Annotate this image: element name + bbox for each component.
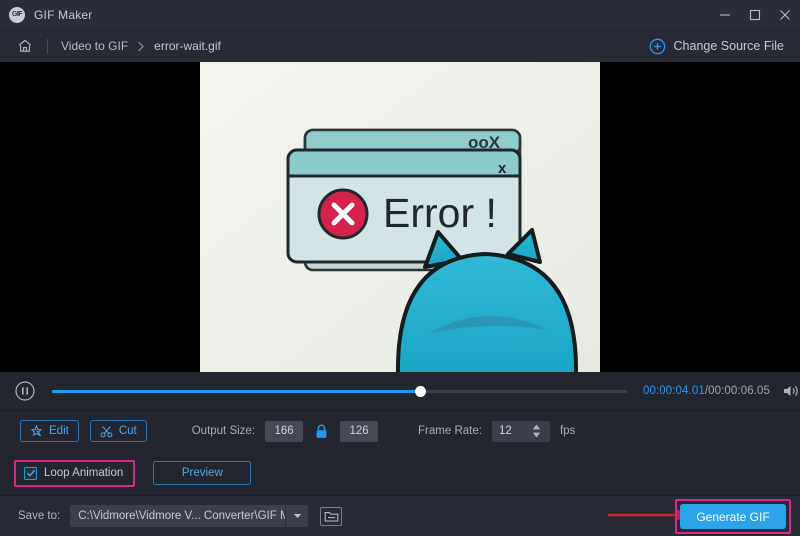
preview-label: Preview: [182, 467, 223, 479]
window-controls: [710, 0, 800, 30]
change-source-file-button[interactable]: Change Source File: [649, 30, 784, 62]
output-size-label: Output Size:: [192, 425, 255, 437]
preview-button[interactable]: Preview: [153, 461, 251, 485]
cut-button[interactable]: Cut: [90, 420, 147, 442]
checkmark-icon: [26, 468, 36, 478]
magic-wand-icon: [30, 425, 43, 438]
save-to-label: Save to:: [18, 510, 60, 522]
breadcrumb-divider: [47, 39, 48, 54]
lock-icon[interactable]: [315, 424, 328, 439]
current-time: 00:00:04.01: [643, 385, 705, 397]
pause-icon[interactable]: [14, 380, 36, 402]
editing-controls-row: Edit Cut Output Size: 166 126 Frame Rate…: [0, 411, 800, 451]
window-title: GIF Maker: [34, 8, 92, 22]
title-bar: GIF GIF Maker: [0, 0, 800, 30]
frame-rate-value: 12: [499, 425, 512, 437]
folder-open-icon: [324, 510, 339, 523]
frame-rate-input[interactable]: 12: [492, 421, 550, 442]
frame-rate-label: Frame Rate:: [418, 425, 482, 437]
volume-icon[interactable]: [782, 383, 800, 399]
maximize-icon[interactable]: [740, 0, 770, 30]
plus-circle-icon: [649, 38, 666, 55]
output-width-input[interactable]: 166: [265, 421, 303, 442]
dialog-close-glyph: x: [498, 160, 507, 177]
total-time: 00:00:06.05: [708, 385, 770, 397]
open-folder-button[interactable]: [320, 507, 342, 526]
generate-gif-label: Generate GIF: [696, 510, 769, 524]
generate-gif-button[interactable]: Generate GIF: [680, 504, 786, 529]
cut-label: Cut: [119, 425, 137, 437]
gif-maker-window: GIF GIF Maker Video to GIF: [0, 0, 800, 535]
time-display: 00:00:04.01/00:00:06.05: [643, 385, 770, 397]
loop-animation-label: Loop Animation: [44, 467, 123, 479]
output-height-input[interactable]: 126: [340, 421, 378, 442]
minimize-icon[interactable]: [710, 0, 740, 30]
loop-animation-checkbox[interactable]: [24, 467, 37, 480]
scissors-icon: [100, 425, 113, 438]
loop-animation-highlight: Loop Animation: [14, 460, 135, 487]
chevron-down-icon: [293, 513, 302, 519]
svg-text:Error !: Error !: [383, 190, 497, 236]
fps-label: fps: [560, 425, 575, 437]
preview-canvas[interactable]: ooX x Error !: [0, 62, 800, 372]
error-cat-illustration: ooX x Error !: [200, 62, 600, 372]
timeline-bar: 00:00:04.01/00:00:06.05: [0, 372, 800, 411]
breadcrumb-item-file[interactable]: error-wait.gif: [154, 39, 221, 53]
change-source-file-label: Change Source File: [674, 39, 784, 53]
chevron-right-icon: [137, 41, 145, 52]
save-path-dropdown[interactable]: [285, 505, 308, 527]
close-icon[interactable]: [770, 0, 800, 30]
timeline-handle[interactable]: [415, 386, 426, 397]
generate-gif-highlight: Generate GIF: [675, 499, 791, 534]
edit-button[interactable]: Edit: [20, 420, 79, 442]
timeline-progress: [52, 390, 420, 393]
gif-app-icon: GIF: [9, 7, 25, 23]
spinner-updown-icon[interactable]: [532, 424, 541, 438]
home-icon[interactable]: [16, 37, 34, 55]
save-path-input[interactable]: C:\Vidmore\Vidmore V... Converter\GIF Ma…: [70, 505, 285, 527]
edit-label: Edit: [49, 425, 69, 437]
breadcrumb-item-video-to-gif[interactable]: Video to GIF: [61, 39, 128, 53]
timeline-slider[interactable]: [52, 384, 627, 398]
gif-frame-image: ooX x Error !: [200, 62, 600, 372]
options-row: Loop Animation Preview: [0, 451, 800, 495]
